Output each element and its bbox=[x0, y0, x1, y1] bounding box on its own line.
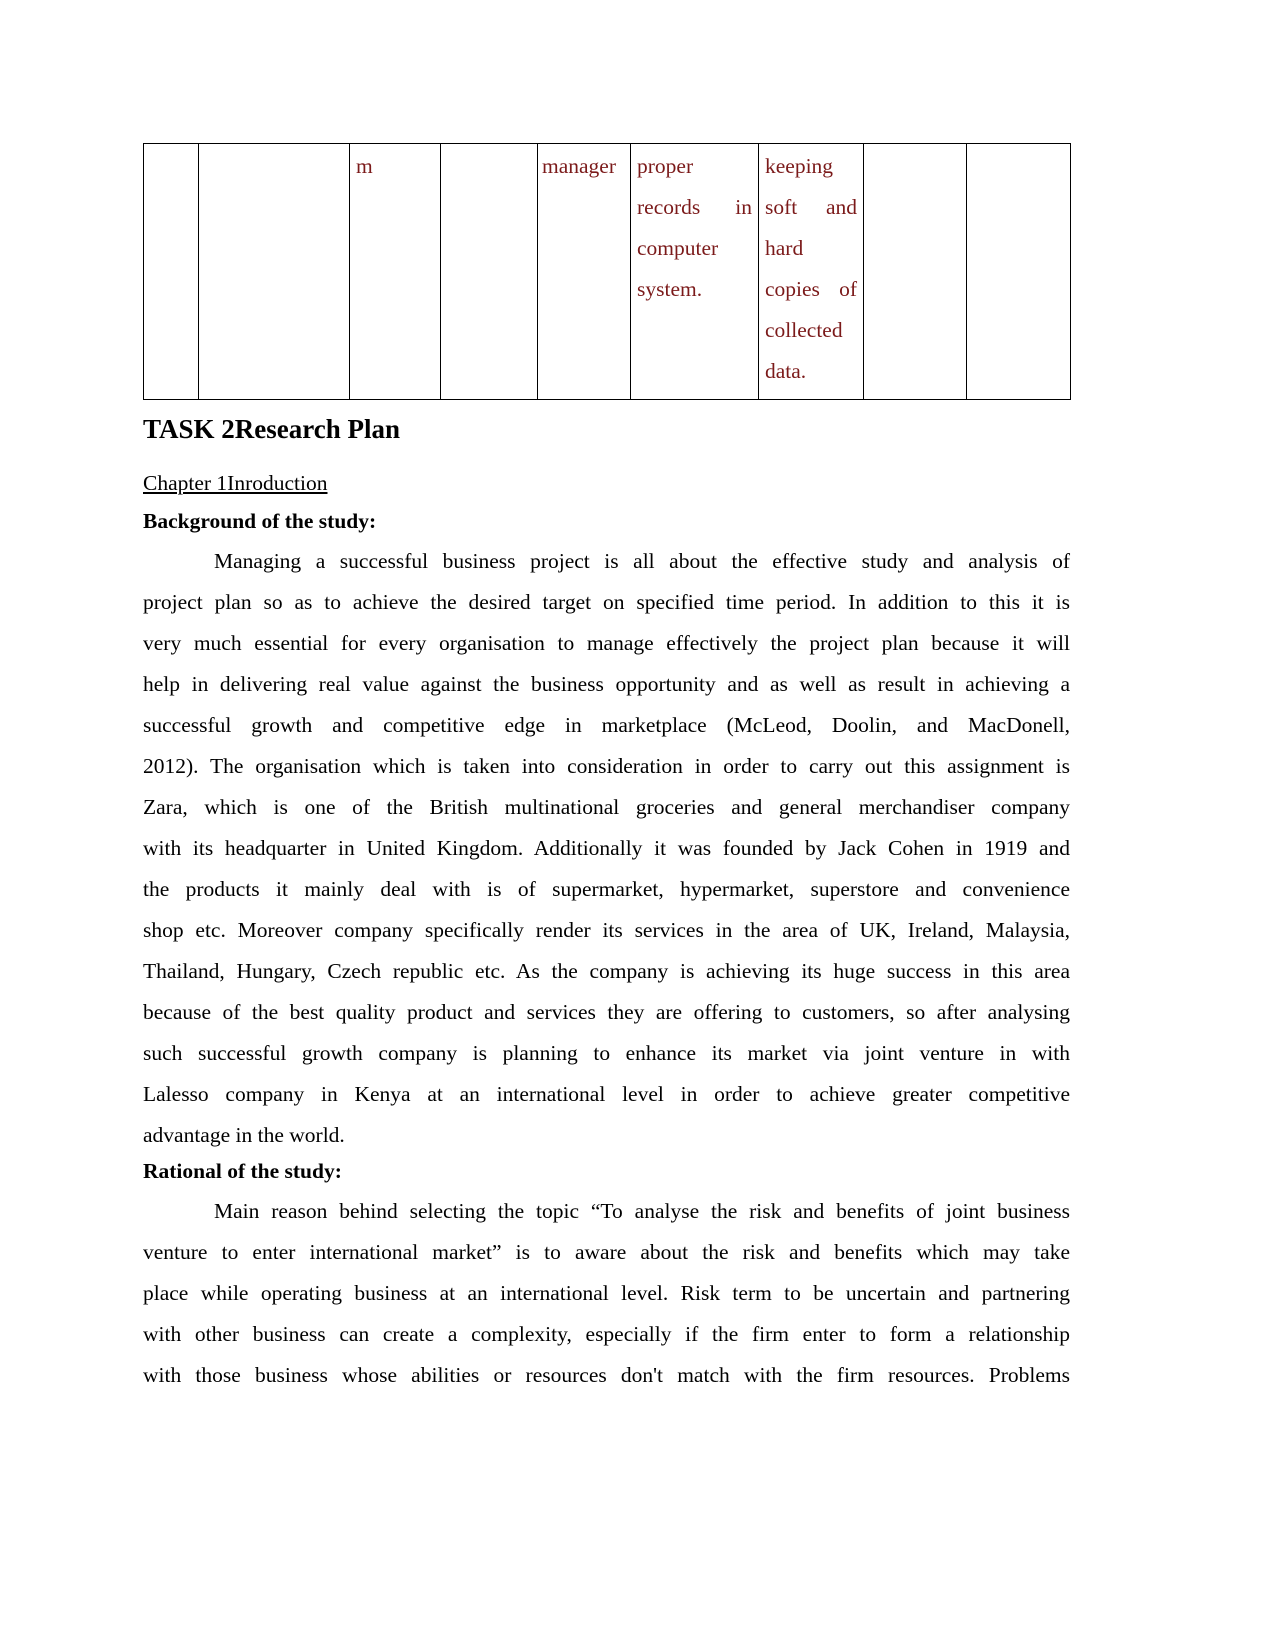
paragraph: Main reason behind selecting the topic “… bbox=[143, 1191, 1070, 1396]
table-cell bbox=[863, 143, 967, 400]
activity-table: m manager proper records in computer sys… bbox=[143, 143, 1071, 400]
section-heading: Rational of the study: bbox=[143, 1159, 342, 1183]
cell-line: data. bbox=[765, 359, 807, 383]
table-cell: keeping soft and hard copies of collecte… bbox=[758, 143, 864, 400]
paragraph-line: such successful growth company is planni… bbox=[143, 1041, 1070, 1065]
paragraph-line: venture to enter international market” i… bbox=[143, 1240, 1070, 1264]
section-rational: Rational of the study: Main reason behin… bbox=[143, 1156, 1070, 1396]
paragraph-line: advantage in the world. bbox=[143, 1123, 345, 1147]
paragraph-line: Thailand, Hungary, Czech republic etc. A… bbox=[143, 959, 1070, 983]
cell-line: collected bbox=[765, 318, 843, 342]
task-title: TASK 2Research Plan bbox=[143, 414, 401, 444]
document-page: m manager proper records in computer sys… bbox=[143, 143, 1071, 1396]
paragraph-line: Managing a successful business project i… bbox=[214, 549, 1070, 573]
cell-line: soft and bbox=[765, 195, 857, 219]
paragraph-line: Lalesso company in Kenya at an internati… bbox=[143, 1082, 1070, 1106]
paragraph-line: with those business whose abilities or r… bbox=[143, 1363, 1070, 1387]
cell-line: records in bbox=[637, 195, 752, 219]
table-cell: manager bbox=[537, 143, 631, 400]
cell-line: keeping bbox=[765, 154, 834, 178]
paragraph-line: very much essential for every organisati… bbox=[143, 631, 1070, 655]
paragraph-line: successful growth and competitive edge i… bbox=[143, 713, 1070, 737]
table-cell bbox=[966, 143, 1071, 400]
table-cell bbox=[143, 143, 199, 400]
cell-line: proper bbox=[637, 154, 694, 178]
section-heading: Background of the study: bbox=[143, 509, 377, 533]
table-cell bbox=[198, 143, 350, 400]
paragraph-line: Main reason behind selecting the topic “… bbox=[214, 1199, 1070, 1223]
table-cell bbox=[440, 143, 538, 400]
cell-line: computer bbox=[637, 236, 719, 260]
paragraph-line: 2012). The organisation which is taken i… bbox=[143, 754, 1070, 778]
paragraph-line: because of the best quality product and … bbox=[143, 1000, 1070, 1024]
paragraph: Managing a successful business project i… bbox=[143, 541, 1070, 1156]
cell-line: system. bbox=[637, 277, 703, 301]
cell-line: hard bbox=[765, 236, 804, 260]
paragraph-line: the products it mainly deal with is of s… bbox=[143, 877, 1070, 901]
paragraph-line: shop etc. Moreover company specifically … bbox=[143, 918, 1070, 942]
paragraph-line: help in delivering real value against th… bbox=[143, 672, 1070, 696]
table-cell: m bbox=[349, 143, 441, 400]
paragraph-line: Zara, which is one of the British multin… bbox=[143, 795, 1070, 819]
table-row: m manager proper records in computer sys… bbox=[143, 143, 1071, 400]
chapter-title: Chapter 1Inroduction bbox=[143, 471, 328, 495]
cell-line: copies of bbox=[765, 277, 857, 301]
table-cell: proper records in computer system. bbox=[630, 143, 759, 400]
paragraph-line: with its headquarter in United Kingdom. … bbox=[143, 836, 1070, 860]
paragraph-line: place while operating business at an int… bbox=[143, 1281, 1070, 1305]
paragraph-line: project plan so as to achieve the desire… bbox=[143, 590, 1070, 614]
paragraph-line: with other business can create a complex… bbox=[143, 1322, 1070, 1346]
section-background: Background of the study: Managing a succ… bbox=[143, 506, 1070, 1156]
